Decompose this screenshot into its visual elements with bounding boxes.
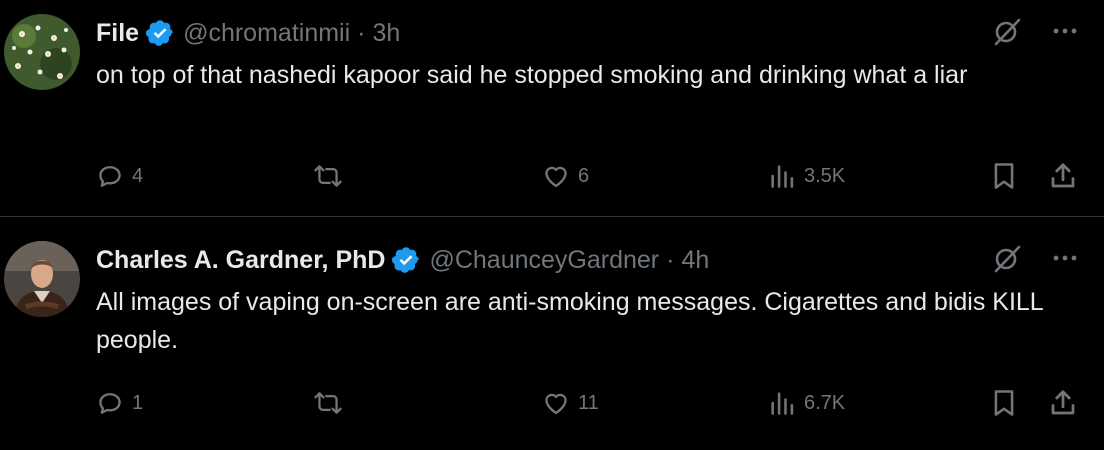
reply-button[interactable]: 4 bbox=[96, 158, 143, 194]
reply-count: 4 bbox=[132, 164, 144, 187]
share-icon bbox=[1051, 390, 1075, 415]
bookmark-icon bbox=[994, 163, 1014, 189]
timestamp[interactable]: 4h bbox=[681, 246, 709, 275]
tweet-text: All images of vaping on-screen are anti-… bbox=[96, 288, 1043, 354]
like-button[interactable]: 6 bbox=[542, 158, 589, 194]
like-count: 11 bbox=[578, 391, 599, 414]
tweet-actions: 1 11 6.7K bbox=[96, 385, 1086, 421]
retweet-icon bbox=[314, 392, 342, 414]
bookmark-button[interactable] bbox=[990, 385, 1018, 421]
separator-dot: · bbox=[666, 245, 675, 274]
tweet-text: on top of that nashedi kapoor said he st… bbox=[96, 61, 968, 89]
avatar[interactable] bbox=[4, 241, 80, 317]
views-button[interactable]: 3.5K bbox=[768, 158, 845, 194]
reply-count: 1 bbox=[132, 391, 144, 414]
tweet[interactable]: Charles A. Gardner, PhD @ChaunceyGardner… bbox=[0, 216, 1104, 444]
reply-button[interactable]: 1 bbox=[96, 385, 143, 421]
grok-icon[interactable] bbox=[992, 16, 1022, 46]
tweet-top-actions bbox=[992, 243, 1080, 273]
avatar[interactable] bbox=[4, 14, 80, 90]
tweet-actions: 4 6 3.5K bbox=[96, 158, 1086, 194]
bookmark-button[interactable] bbox=[990, 158, 1018, 194]
reply-icon bbox=[99, 166, 121, 187]
author-handle[interactable]: @chromatinmii bbox=[183, 19, 350, 48]
views-icon bbox=[771, 165, 794, 188]
verified-badge-icon bbox=[392, 247, 420, 273]
tweet[interactable]: File @chromatinmii · 3h on top of that n… bbox=[0, 0, 1104, 216]
retweet-button[interactable] bbox=[312, 158, 344, 194]
share-button[interactable] bbox=[1048, 385, 1078, 421]
grok-icon[interactable] bbox=[992, 243, 1022, 273]
tweet-top-actions bbox=[992, 16, 1080, 46]
verified-badge-icon bbox=[146, 20, 173, 46]
timestamp[interactable]: 3h bbox=[372, 19, 400, 48]
tweet-header: File @chromatinmii · 3h bbox=[96, 16, 400, 50]
more-icon[interactable] bbox=[1050, 243, 1080, 273]
share-icon bbox=[1051, 163, 1075, 188]
author-handle[interactable]: @ChaunceyGardner bbox=[429, 246, 659, 275]
author-name[interactable]: File bbox=[96, 19, 139, 48]
like-icon bbox=[545, 393, 567, 415]
like-button[interactable]: 11 bbox=[542, 385, 599, 421]
tweet-header: Charles A. Gardner, PhD @ChaunceyGardner… bbox=[96, 243, 709, 277]
bookmark-icon bbox=[994, 390, 1014, 416]
more-icon[interactable] bbox=[1050, 16, 1080, 46]
author-name[interactable]: Charles A. Gardner, PhD bbox=[96, 246, 385, 275]
separator-dot: · bbox=[357, 18, 366, 47]
views-count: 6.7K bbox=[804, 391, 846, 414]
views-count: 3.5K bbox=[804, 164, 846, 187]
like-count: 6 bbox=[578, 164, 590, 187]
views-button[interactable]: 6.7K bbox=[768, 385, 845, 421]
reply-icon bbox=[99, 393, 121, 414]
retweet-button[interactable] bbox=[312, 385, 344, 421]
share-button[interactable] bbox=[1048, 158, 1078, 194]
views-icon bbox=[771, 392, 794, 415]
like-icon bbox=[545, 166, 567, 188]
retweet-icon bbox=[314, 165, 342, 187]
